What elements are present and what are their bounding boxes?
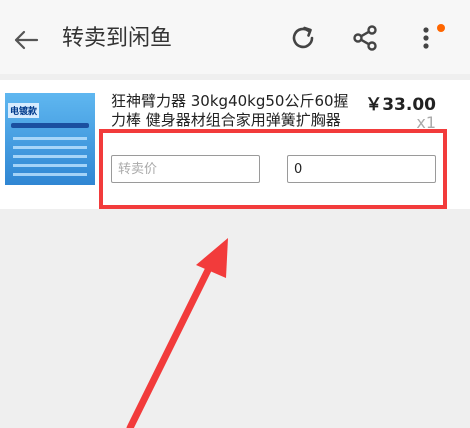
annotation-arrow-icon — [126, 238, 228, 428]
